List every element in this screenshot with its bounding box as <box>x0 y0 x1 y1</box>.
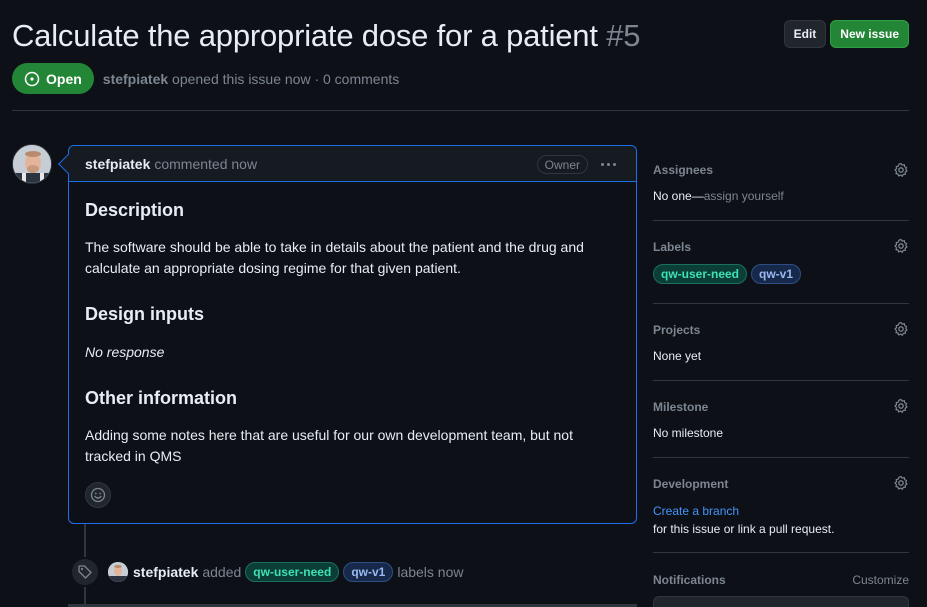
event-label-qw-user-need[interactable]: qw-user-need <box>245 562 340 582</box>
comment-body: Description The software should be able … <box>69 199 636 467</box>
sidebar-label-qw-v1[interactable]: qw-v1 <box>751 264 802 284</box>
comment-card: stefpiatek commented now Owner Descripti… <box>58 145 637 524</box>
sidebar-labels: Labels qw-user-need qw-v1 <box>653 221 909 304</box>
timeline-event-labels: stefpiatek added qw-user-need qw-v1 labe… <box>70 557 463 587</box>
event-text: stefpiatek added qw-user-need qw-v1 labe… <box>133 562 463 582</box>
event-author[interactable]: stefpiatek <box>133 564 198 580</box>
state-badge: Open <box>12 63 94 94</box>
issue-header: Calculate the appropriate dose for a pat… <box>12 14 909 58</box>
issue-meta-summary: opened this issue now · 0 comments <box>172 70 400 87</box>
section-heading-design-inputs: Design inputs <box>85 304 205 324</box>
sidebar-milestone: Milestone No milestone <box>653 381 909 458</box>
comment-time[interactable]: commented now <box>154 156 257 172</box>
gear-icon[interactable] <box>893 321 909 337</box>
event-suffix: labels now <box>397 564 464 580</box>
development-value: for this issue or link a pull request. <box>653 522 835 536</box>
sidebar-development: Development Create a branch for this iss… <box>653 458 909 553</box>
owner-badge: Owner <box>536 155 588 174</box>
event-action: added <box>202 564 242 580</box>
issue-sidebar: Assignees No one—assign yourself Labels … <box>653 145 909 607</box>
issue-title: Calculate the appropriate dose for a pat… <box>12 18 640 54</box>
issue-meta-text: stefpiatek opened this issue now · 0 com… <box>103 71 399 87</box>
gear-icon[interactable] <box>893 398 909 414</box>
header-divider <box>12 110 909 111</box>
add-reaction-button[interactable] <box>85 482 111 508</box>
sidebar-label-qw-user-need[interactable]: qw-user-need <box>653 264 748 284</box>
event-label-qw-v1[interactable]: qw-v1 <box>343 562 394 582</box>
comment-avatar[interactable] <box>12 144 52 184</box>
labels-list: qw-user-need qw-v1 <box>653 264 802 284</box>
comment-header: stefpiatek commented now Owner <box>69 146 636 182</box>
kebab-icon[interactable] <box>599 155 617 173</box>
event-icon-wrapper <box>70 557 100 587</box>
issue-number: #5 <box>606 18 641 53</box>
notifications-heading: Notifications <box>653 573 726 587</box>
avatar-image <box>13 145 51 183</box>
milestone-value: No milestone <box>653 426 724 440</box>
assign-yourself-link[interactable]: assign yourself <box>704 189 784 203</box>
gear-icon[interactable] <box>893 238 909 254</box>
tag-icon <box>78 565 92 579</box>
header-actions: Edit New issue <box>783 20 909 48</box>
assignees-heading[interactable]: Assignees <box>653 163 713 177</box>
development-heading[interactable]: Development <box>653 477 728 491</box>
edit-button[interactable]: Edit <box>783 20 827 48</box>
projects-value: None yet <box>653 349 702 363</box>
issue-meta: Open stefpiatek opened this issue now · … <box>12 63 399 94</box>
smiley-icon <box>90 487 106 503</box>
labels-heading[interactable]: Labels <box>653 240 691 254</box>
projects-heading[interactable]: Projects <box>653 323 700 337</box>
section-heading-other-information: Other information <box>85 388 237 408</box>
assignees-none: No one— <box>653 189 704 203</box>
sidebar-assignees: Assignees No one—assign yourself <box>653 145 909 221</box>
section-text-design-inputs: No response <box>85 344 165 360</box>
avatar-image <box>108 562 128 582</box>
section-text-other-information: Adding some notes here that are useful f… <box>85 427 573 464</box>
new-issue-button[interactable]: New issue <box>830 20 909 48</box>
sidebar-projects: Projects None yet <box>653 304 909 381</box>
create-branch-link[interactable]: Create a branch <box>653 504 739 518</box>
milestone-heading[interactable]: Milestone <box>653 400 708 414</box>
issue-title-text: Calculate the appropriate dose for a pat… <box>12 18 598 53</box>
gear-icon[interactable] <box>893 162 909 178</box>
section-text-description: The software should be able to take in d… <box>85 239 584 276</box>
comment-author[interactable]: stefpiatek <box>85 156 150 172</box>
state-label: Open <box>46 70 82 87</box>
gear-icon[interactable] <box>893 475 909 491</box>
customize-link[interactable]: Customize <box>852 573 909 587</box>
issue-author-link[interactable]: stefpiatek <box>103 71 168 87</box>
event-avatar[interactable] <box>108 562 128 582</box>
issue-open-icon <box>24 71 40 86</box>
assignees-value: No one—assign yourself <box>653 189 784 203</box>
issue-page: Calculate the appropriate dose for a pat… <box>0 0 927 607</box>
sidebar-notifications: Notifications Customize <box>653 553 909 607</box>
subscribe-button[interactable] <box>653 596 909 607</box>
section-heading-description: Description <box>85 200 185 220</box>
